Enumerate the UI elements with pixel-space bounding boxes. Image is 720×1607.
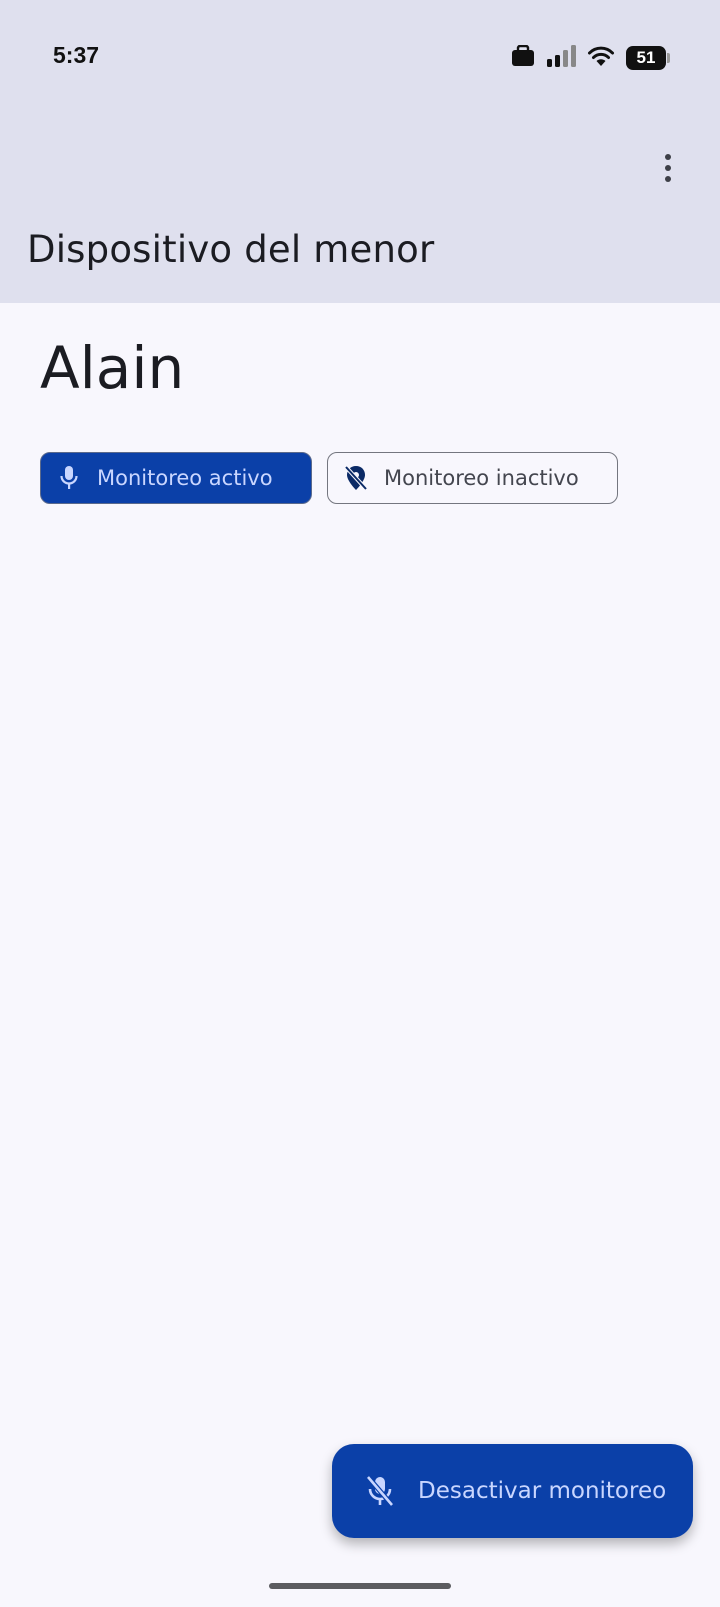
status-icons: 51 xyxy=(511,44,670,72)
chip-label: Monitoreo inactivo xyxy=(384,466,579,490)
home-indicator[interactable] xyxy=(269,1583,451,1589)
chip-monitoring-inactive[interactable]: Monitoreo inactivo xyxy=(327,452,618,504)
status-time: 5:37 xyxy=(53,42,100,68)
more-vert-icon xyxy=(665,154,671,160)
battery-level: 51 xyxy=(626,46,666,70)
fab-label: Desactivar monitoreo xyxy=(418,1478,667,1504)
mic-icon xyxy=(57,466,81,490)
battery-icon: 51 xyxy=(626,46,670,70)
deactivate-monitoring-button[interactable]: Desactivar monitoreo xyxy=(332,1444,693,1538)
briefcase-icon xyxy=(511,44,535,71)
child-name: Alain xyxy=(40,334,185,402)
chip-monitoring-active[interactable]: Monitoreo activo xyxy=(40,452,312,504)
chip-label: Monitoreo activo xyxy=(97,466,273,490)
wifi-icon xyxy=(587,45,615,71)
page-title: Dispositivo del menor xyxy=(27,228,435,271)
mic-off-icon xyxy=(364,1475,396,1507)
signal-icon xyxy=(546,45,576,71)
more-options-button[interactable] xyxy=(656,150,680,186)
app-bar: 5:37 51 Dispositivo del menor xyxy=(0,0,720,303)
location-off-icon xyxy=(344,465,368,491)
